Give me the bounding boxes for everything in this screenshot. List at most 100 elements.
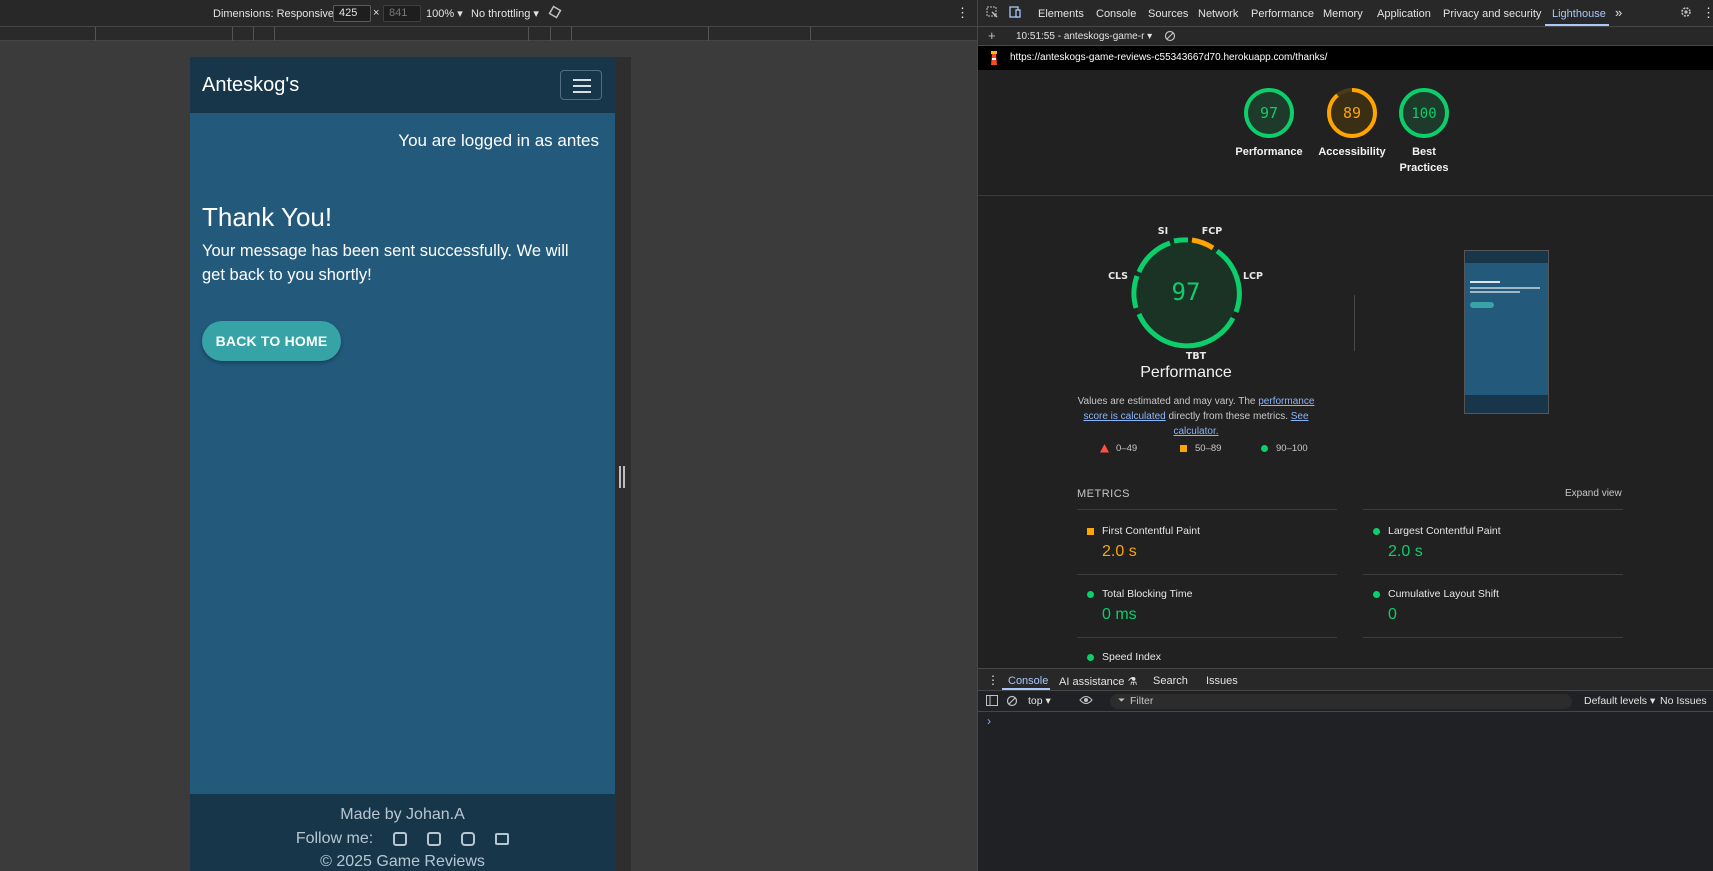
resize-handle[interactable] (619, 466, 625, 488)
tab-elements[interactable]: Elements (1038, 8, 1084, 20)
dimensions-dropdown[interactable]: Dimensions: Responsive ▾ (213, 7, 343, 20)
note-text: directly from these metrics. (1165, 411, 1291, 422)
thumb-button (1470, 302, 1494, 308)
devtools-tabbar: Elements Console Sources Network Perform… (978, 0, 1713, 27)
clear-console-icon[interactable] (1006, 695, 1018, 710)
best-practices-summary-gauge[interactable]: 100 Best Practices (1389, 87, 1459, 176)
follow-label: Follow me: (295, 830, 374, 847)
fail-triangle-icon (1100, 444, 1109, 453)
clear-icon[interactable] (1164, 30, 1176, 45)
tab-lighthouse[interactable]: Lighthouse (1552, 8, 1606, 20)
zoom-label: 100% (426, 8, 455, 20)
facebook-icon[interactable] (393, 832, 408, 846)
gauge-score: 89 (1343, 104, 1361, 122)
inspect-icon[interactable] (986, 6, 998, 21)
metrics-divider (1077, 509, 1337, 510)
pass-circle-icon (1373, 528, 1380, 535)
metrics-heading: METRICS (1077, 488, 1130, 500)
drawer-tab-console[interactable]: Console (1008, 675, 1048, 687)
filter-placeholder: Filter (1130, 695, 1154, 707)
final-screenshot-thumbnail[interactable] (1464, 250, 1549, 414)
site-brand[interactable]: Anteskog's (202, 74, 299, 97)
follow-row: Follow me: (190, 830, 615, 848)
gauge-ring: 100 (1399, 88, 1449, 138)
metric-speed-index[interactable]: Speed Index (1084, 651, 1334, 668)
tab-network[interactable]: Network (1198, 8, 1238, 20)
ruler-tick (95, 27, 96, 41)
audited-url[interactable]: https://anteskogs-game-reviews-c55343667… (1010, 52, 1327, 63)
emulated-page: Anteskog's You are logged in as antes Th… (190, 57, 615, 871)
devtools-menu-icon[interactable]: ⋮ (1702, 5, 1713, 21)
ruler (0, 27, 977, 41)
thumb-navbar (1465, 251, 1548, 263)
pass-circle-icon (1261, 445, 1268, 452)
hamburger-bar (573, 91, 591, 93)
note-text: Values are estimated and may vary. The (1077, 396, 1259, 407)
height-input[interactable]: 841 (383, 5, 421, 22)
ruler-tick (810, 27, 811, 41)
menu-toggle-button[interactable] (560, 70, 602, 100)
more-tabs-icon[interactable]: » (1615, 5, 1622, 20)
sidebar-toggle-icon[interactable] (986, 695, 998, 709)
hamburger-bar (573, 85, 591, 87)
tab-console[interactable]: Console (1096, 8, 1136, 20)
metric-cumulative-layout-shift[interactable]: Cumulative Layout Shift 0 (1370, 588, 1620, 628)
lighthouse-toolbar: + 10:51:55 - anteskogs-game-r ▾ (978, 27, 1713, 46)
thumb-title (1470, 281, 1500, 283)
back-to-home-button[interactable]: BACK TO HOME (202, 321, 341, 361)
gauge-label: Accessibility (1318, 146, 1386, 158)
log-levels-dropdown[interactable]: Default levels ▾ (1584, 695, 1655, 707)
metric-name: First Contentful Paint (1102, 525, 1201, 537)
more-options-icon[interactable]: ⋮ (956, 5, 969, 21)
width-input[interactable]: 425 (333, 5, 371, 22)
tab-privacy-security[interactable]: Privacy and security (1443, 8, 1541, 20)
segment-fcp-label: FCP (1202, 226, 1222, 237)
drawer-tab-issues[interactable]: Issues (1206, 675, 1238, 687)
console-drawer: ⋮ Console AI assistance ⚗ Search Issues … (978, 668, 1713, 871)
console-prompt[interactable]: › (987, 714, 991, 728)
tab-memory[interactable]: Memory (1323, 8, 1363, 20)
thumb-text (1470, 287, 1540, 289)
hamburger-bar (573, 79, 591, 81)
performance-summary-gauge[interactable]: 97 Performance (1234, 87, 1304, 160)
active-drawer-tab-indicator (1002, 688, 1050, 690)
instagram-icon[interactable] (461, 832, 476, 846)
plus-icon[interactable]: + (988, 28, 996, 43)
drawer-tab-search[interactable]: Search (1153, 675, 1188, 687)
tab-performance[interactable]: Performance (1251, 8, 1314, 20)
score-note: Values are estimated and may vary. The p… (1076, 394, 1316, 439)
issues-counter[interactable]: No Issues (1660, 695, 1707, 707)
twitter-icon[interactable] (427, 832, 442, 846)
average-square-icon (1180, 445, 1187, 452)
live-expression-eye-icon[interactable] (1079, 694, 1093, 709)
gauge-score: 97 (1260, 104, 1278, 122)
resize-gutter (615, 57, 631, 871)
expand-view-toggle[interactable]: Expand view (1565, 488, 1622, 499)
youtube-icon[interactable] (495, 833, 510, 845)
drawer-tab-ai-assistance[interactable]: AI assistance ⚗ (1059, 675, 1137, 688)
metric-value: 0 (1388, 606, 1397, 623)
ruler-tick (550, 27, 551, 41)
tab-application[interactable]: Application (1377, 8, 1431, 20)
active-tab-indicator (1545, 24, 1609, 26)
throttle-dropdown[interactable]: No throttling ▾ (471, 7, 539, 20)
console-filter-input[interactable]: ⏷ Filter (1110, 694, 1572, 709)
context-selector[interactable]: top ▾ (1028, 695, 1051, 707)
ruler-tick (274, 27, 275, 41)
drawer-menu-icon[interactable]: ⋮ (987, 673, 999, 687)
device-toggle-icon[interactable] (1009, 6, 1021, 21)
report-selector-label: 10:51:55 - anteskogs-game-r (1016, 31, 1145, 42)
metric-value: 2.0 s (1388, 543, 1423, 560)
pass-circle-icon (1373, 591, 1380, 598)
zoom-dropdown[interactable]: 100% ▾ (426, 7, 463, 20)
accessibility-summary-gauge[interactable]: 89 Accessibility (1312, 87, 1392, 160)
tab-sources[interactable]: Sources (1148, 8, 1188, 20)
metric-total-blocking-time[interactable]: Total Blocking Time 0 ms (1084, 588, 1334, 628)
average-square-icon (1087, 528, 1094, 535)
metric-largest-contentful-paint[interactable]: Largest Contentful Paint 2.0 s (1370, 525, 1620, 565)
report-selector[interactable]: 10:51:55 - anteskogs-game-r ▾ (1016, 31, 1152, 42)
segment-cls-label: CLS (1108, 271, 1128, 282)
metric-first-contentful-paint[interactable]: First Contentful Paint 2.0 s (1084, 525, 1334, 565)
rotate-icon[interactable] (548, 5, 562, 22)
settings-gear-icon[interactable] (1680, 6, 1692, 21)
